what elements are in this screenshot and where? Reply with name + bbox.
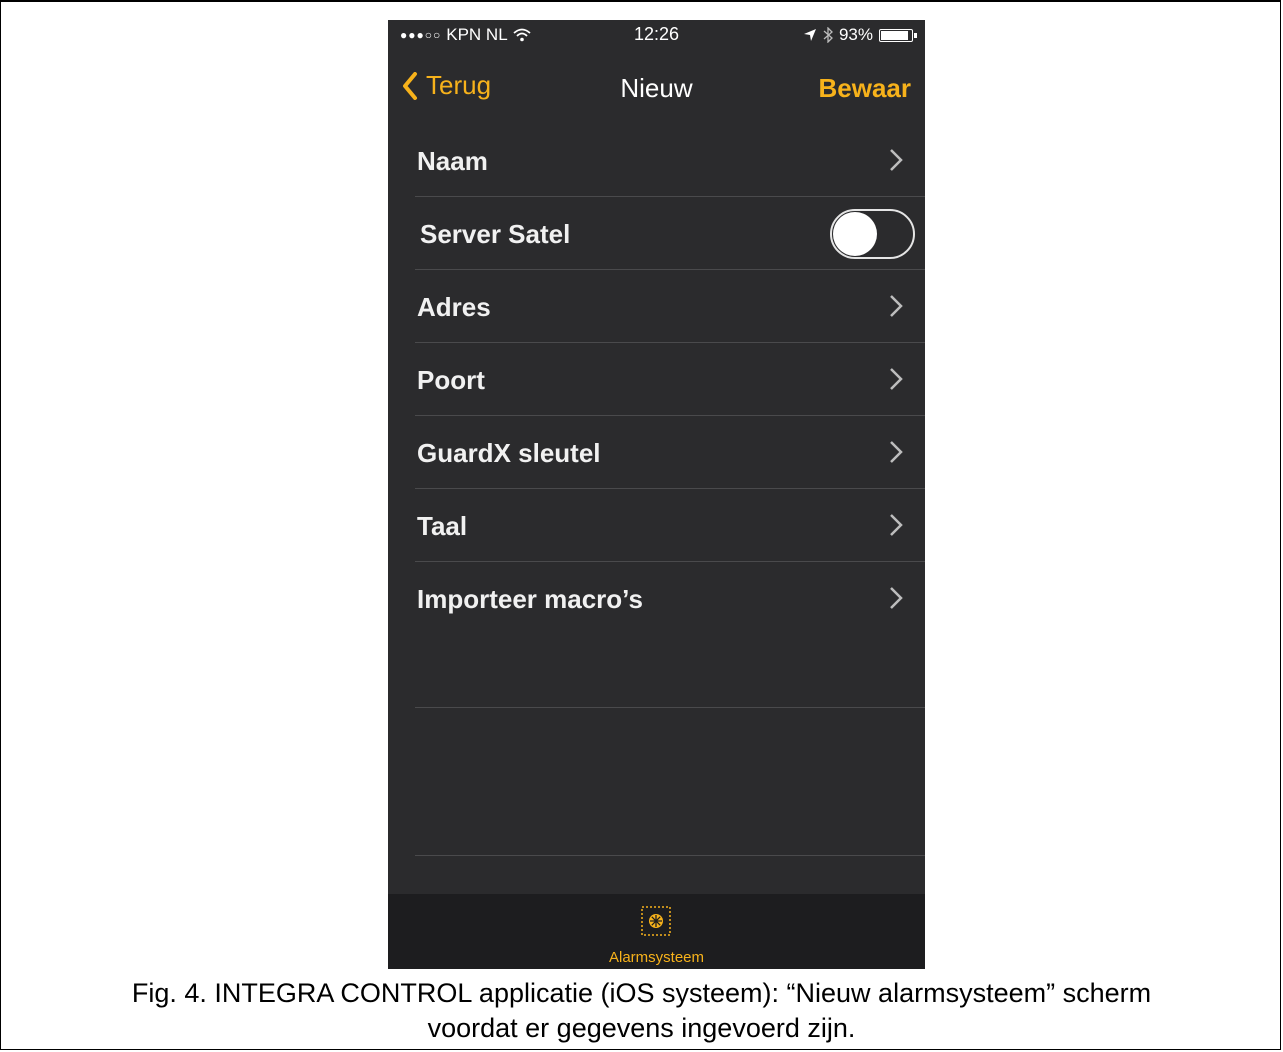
phone-screen: ●●●○○ KPN NL 12:26 93% Terug Nieuw Bewaa… (388, 20, 925, 969)
battery-icon (879, 28, 917, 42)
chevron-right-icon (890, 149, 903, 171)
row-label: Taal (417, 511, 468, 541)
status-bar: ●●●○○ KPN NL 12:26 93% (388, 20, 925, 50)
figure-caption: Fig. 4. INTEGRA CONTROL applicatie (iOS … (0, 976, 1283, 1046)
chevron-right-icon (890, 295, 903, 317)
row-label: GuardX sleutel (417, 438, 601, 468)
settings-list: Naam Server Satel Adres Poort GuardX sle… (415, 124, 925, 856)
row-adres[interactable]: Adres (415, 270, 925, 343)
row-importeer-macros[interactable]: Importeer macro’s (415, 562, 925, 708)
chevron-right-icon (890, 514, 903, 536)
toggle-knob (833, 212, 877, 256)
row-naam[interactable]: Naam (415, 124, 925, 197)
row-label: Adres (417, 292, 491, 322)
chevron-right-icon (890, 587, 903, 609)
row-server-satel: Server Satel (415, 197, 925, 270)
row-label: Poort (417, 365, 485, 395)
row-guardx-sleutel[interactable]: GuardX sleutel (415, 416, 925, 489)
row-label: Server Satel (420, 219, 571, 249)
row-taal[interactable]: Taal (415, 489, 925, 562)
save-button[interactable]: Bewaar (819, 73, 912, 104)
caption-line-2: voordat er gegevens ingevoerd zijn. (427, 1013, 856, 1043)
location-arrow-icon (803, 29, 816, 41)
row-label: Importeer macro’s (417, 584, 643, 614)
tab-label: Alarmsysteem (608, 949, 705, 966)
battery-percent: 93% (838, 25, 873, 44)
row-label: Naam (417, 146, 488, 176)
tab-alarmsysteem[interactable]: Alarmsysteem (388, 894, 925, 969)
chevron-right-icon (890, 368, 903, 390)
alarm-system-icon (641, 906, 671, 936)
empty-row (415, 708, 925, 856)
server-satel-toggle[interactable] (830, 209, 915, 259)
row-poort[interactable]: Poort (415, 343, 925, 416)
chevron-right-icon (890, 441, 903, 463)
tab-bar: Alarmsysteem (388, 894, 925, 969)
caption-line-1: Fig. 4. INTEGRA CONTROL applicatie (iOS … (131, 978, 1152, 1008)
bluetooth-icon (823, 27, 833, 43)
navigation-bar: Terug Nieuw Bewaar (388, 68, 925, 108)
